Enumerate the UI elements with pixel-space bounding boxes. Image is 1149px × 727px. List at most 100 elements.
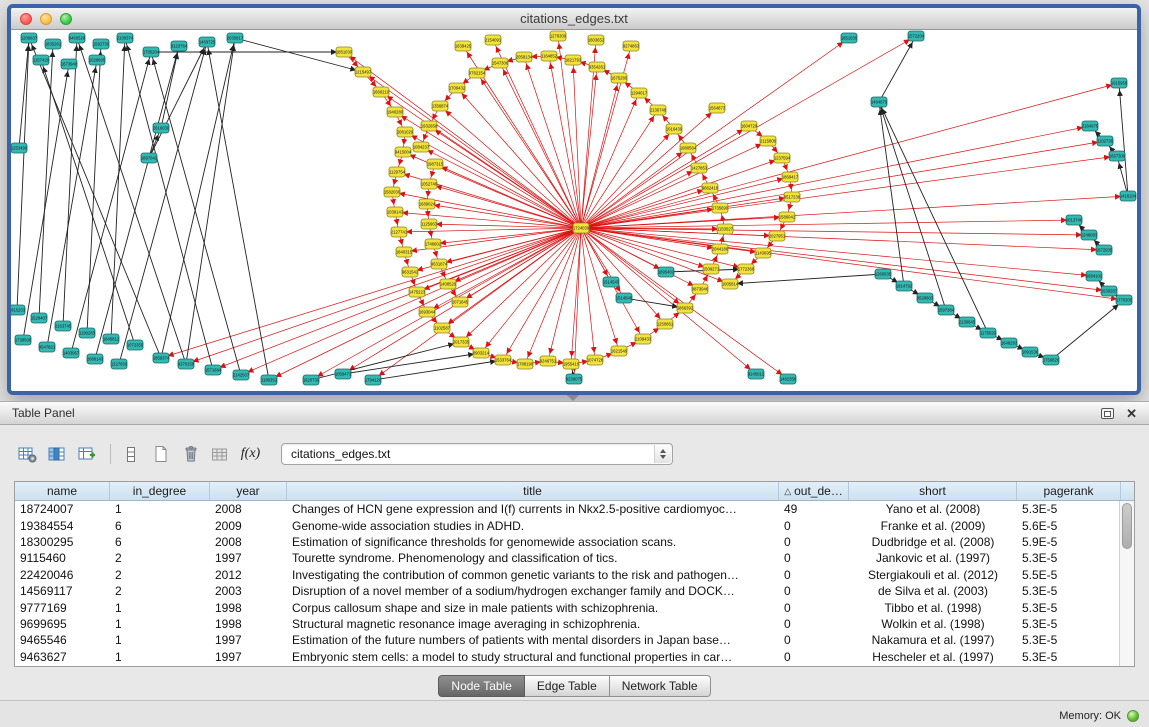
close-panel-icon[interactable]: ✕ [1126, 407, 1137, 420]
new-table-icon[interactable] [147, 441, 174, 467]
column-header-out-de-[interactable]: △out_de… [779, 482, 849, 500]
table-row[interactable]: 946554611997Estimation of the future num… [15, 632, 1134, 648]
graph-node[interactable]: 1015958 [1111, 78, 1128, 88]
graph-node[interactable]: 9123764 [171, 41, 188, 51]
graph-node[interactable]: 2108374 [117, 33, 134, 43]
graph-node[interactable]: 1164852 [541, 51, 558, 61]
column-header-in-degree[interactable]: in_degree [110, 482, 210, 500]
graph-node[interactable]: 9631874 [431, 259, 448, 269]
delete-table-icon[interactable] [177, 441, 204, 467]
graph-node[interactable]: 1260935 [875, 269, 892, 279]
graph-node[interactable]: 1276309 [550, 31, 567, 41]
graph-node[interactable]: 1709432 [449, 83, 466, 93]
graph-node[interactable]: 1102736 [1097, 136, 1114, 146]
graph-node[interactable]: 9517238 [784, 192, 801, 202]
graph-node[interactable]: 1005814 [722, 279, 739, 289]
graph-node[interactable]: 9415004 [395, 147, 412, 157]
graph-node[interactable]: 1859374 [153, 353, 170, 363]
graph-node[interactable]: 1794120 [365, 375, 382, 385]
graph-node[interactable]: 1987315 [427, 159, 444, 169]
function-builder-icon[interactable]: f(x) [237, 441, 264, 467]
graph-node[interactable]: 1528407 [31, 313, 48, 323]
graph-node[interactable]: 1980564 [680, 143, 697, 153]
graph-node[interactable]: 1955410 [563, 359, 580, 369]
graph-node[interactable]: 1190283 [79, 328, 96, 338]
graph-node[interactable]: 9246751 [540, 356, 557, 366]
graph-node[interactable]: 1209837 [21, 33, 38, 43]
table-row[interactable]: 1830029562008Estimation of significance … [15, 534, 1134, 550]
graph-node[interactable]: 1482356 [780, 374, 797, 384]
column-header-pagerank[interactable]: pagerank [1017, 482, 1121, 500]
graph-node[interactable]: 1572204 [908, 31, 925, 41]
table-row[interactable]: 1872400712008Changes of HCN gene express… [15, 501, 1134, 517]
graph-node[interactable]: 1215497 [355, 67, 372, 77]
graph-node[interactable]: 8903214 [473, 348, 490, 358]
graph-node[interactable]: 1592730 [93, 39, 110, 49]
graph-node[interactable]: 1469725 [199, 37, 216, 47]
table-row[interactable]: 1456911722003Disruption of a novel membe… [15, 583, 1134, 599]
graph-node[interactable]: 1072359 [127, 340, 144, 350]
graph-node[interactable]: 2109433 [635, 334, 652, 344]
graph-node[interactable]: 1932658 [421, 121, 438, 131]
graph-node[interactable]: 1620739 [303, 375, 320, 385]
graph-node[interactable]: 1091536 [1022, 347, 1039, 357]
graph-node[interactable]: 2081029 [397, 127, 414, 137]
graph-node[interactable]: 1403967 [63, 348, 80, 358]
graph-node[interactable]: 1772368 [738, 264, 755, 274]
graph-node[interactable]: 9547821 [39, 342, 56, 352]
graph-node[interactable]: 2035817 [227, 33, 244, 43]
graph-node[interactable]: 1621549 [611, 346, 628, 356]
graph-node[interactable]: 1253490 [11, 143, 28, 153]
graph-node[interactable]: 1475223 [409, 287, 426, 297]
graph-node[interactable]: 1102587 [434, 323, 451, 333]
show-columns-icon[interactable] [44, 441, 71, 467]
minimize-window-button[interactable] [40, 13, 52, 25]
graph-node[interactable]: 1660210 [373, 87, 390, 97]
graph-node[interactable]: 1657309 [1109, 151, 1126, 161]
graph-node[interactable]: 1689024 [419, 199, 436, 209]
graph-node[interactable]: 1058473 [335, 369, 352, 379]
graph-node[interactable]: 1084237 [413, 142, 430, 152]
graph-node[interactable]: 1803652 [588, 35, 605, 45]
graph-node[interactable]: 9354261 [589, 62, 606, 72]
graph-node[interactable]: 1638425 [455, 41, 472, 51]
graph-node[interactable]: 1074728 [587, 355, 604, 365]
graph-node[interactable]: 1940280 [387, 107, 404, 117]
graph-node[interactable]: 1604729 [741, 121, 758, 131]
graph-node[interactable]: 2136748 [650, 105, 667, 115]
graph-node[interactable]: 1673948 [61, 59, 78, 69]
graph-node[interactable]: 1464879 [871, 97, 888, 107]
graph-node[interactable]: 1356874 [432, 101, 449, 111]
graph-node[interactable]: 9460528 [69, 33, 86, 43]
float-panel-icon[interactable] [1101, 408, 1114, 419]
graph-node[interactable]: 9873046 [692, 284, 709, 294]
graph-node[interactable]: 1814792 [896, 281, 913, 291]
graph-node[interactable]: 1785204 [143, 47, 160, 57]
graph-node[interactable]: 1052748 [421, 179, 438, 189]
graph-node[interactable]: 1821793 [565, 55, 582, 65]
graph-node[interactable]: 1895402 [658, 267, 675, 277]
zoom-window-button[interactable] [60, 13, 72, 25]
graph-node[interactable]: 9684102 [1086, 271, 1103, 281]
graph-node[interactable]: 1735690 [712, 203, 729, 213]
graph-node[interactable]: 2142507 [233, 370, 250, 380]
graph-node[interactable]: 1530287 [1101, 286, 1118, 296]
graph-node[interactable]: 1237594 [774, 153, 791, 163]
import-table-icon[interactable] [207, 441, 234, 467]
graph-node[interactable]: 9631542 [402, 267, 419, 277]
graph-node[interactable]: 1582030 [384, 187, 401, 197]
graph-node[interactable]: 1416104 [1120, 191, 1137, 201]
graph-node[interactable]: 2044186 [712, 244, 729, 254]
graph-node[interactable]: 2017335 [453, 337, 470, 347]
tab-node-table[interactable]: Node Table [438, 675, 525, 697]
graph-node[interactable]: 9815203 [11, 305, 26, 315]
graph-node[interactable]: 1250861 [657, 319, 674, 329]
graph-node[interactable]: 1427853 [691, 163, 708, 173]
graph-node[interactable]: 1648293 [1001, 338, 1018, 348]
graph-node[interactable]: 1756820 [1043, 355, 1060, 365]
graph-node[interactable]: 9370158 [178, 359, 195, 369]
graph-node[interactable]: 9245012 [748, 369, 765, 379]
window-titlebar[interactable]: citations_edges.txt [11, 8, 1137, 30]
vertical-scrollbar[interactable] [1119, 501, 1134, 666]
graph-node[interactable]: 2115806 [760, 136, 777, 146]
